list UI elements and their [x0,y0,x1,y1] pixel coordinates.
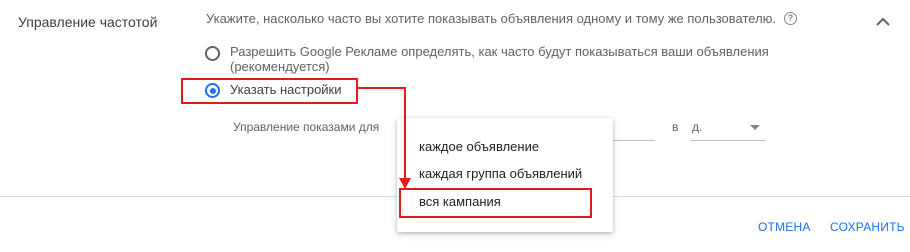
section-description: Укажите, насколько часто вы хотите показ… [206,11,777,26]
dropdown-item-each-ad[interactable]: каждое объявление [397,134,613,160]
impressions-count-field[interactable] [613,140,655,141]
dropdown-arrow-icon [750,125,760,130]
radio-auto[interactable] [205,46,220,61]
radio-auto-label: Разрешить Google Рекламе определять, как… [230,44,769,74]
dropdown-item-each-ad-group[interactable]: каждая группа объявлений [397,161,613,187]
section-description-row: Укажите, насколько часто вы хотите показ… [206,11,798,26]
radio-auto-label-line2: (рекомендуется) [230,59,330,74]
radio-auto-label-line1: Разрешить Google Рекламе определять, как… [230,44,769,59]
section-title: Управление частотой [18,14,158,30]
cancel-button[interactable]: ОТМЕНА [758,220,811,234]
chevron-up-icon[interactable] [874,14,892,28]
time-unit-select[interactable]: д. [690,118,766,138]
frequency-settings-panel: Управление частотой Укажите, насколько ч… [0,0,910,252]
in-label: в [672,120,679,134]
save-button[interactable]: СОХРАНИТЬ [830,220,905,234]
help-icon[interactable]: ? [784,12,798,25]
time-unit-value: д. [692,120,703,134]
annotation-highlight-custom [181,78,358,104]
radio-option-auto[interactable]: Разрешить Google Рекламе определять, как… [205,44,769,74]
time-unit-underline [690,140,766,141]
impressions-label: Управление показами для [233,120,380,134]
annotation-highlight-campaign [399,188,592,218]
